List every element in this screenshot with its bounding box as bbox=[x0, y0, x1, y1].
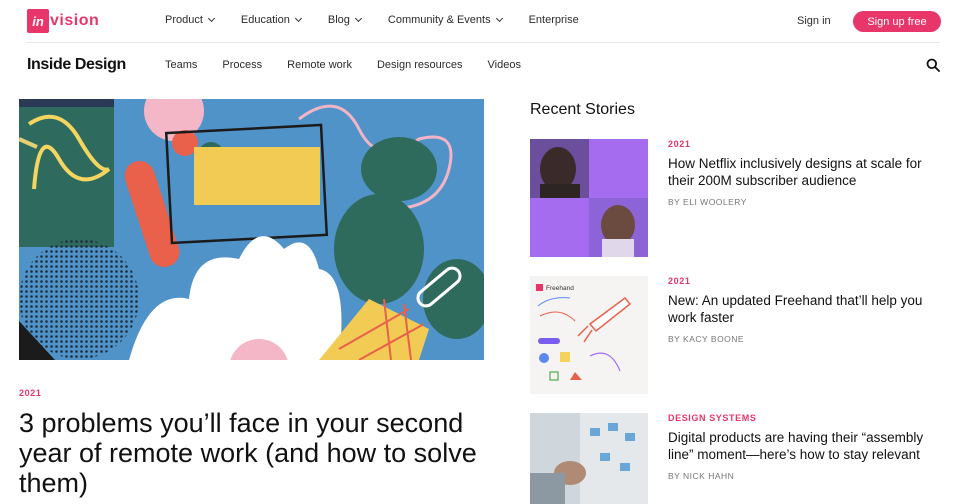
chevron-down-icon bbox=[495, 14, 503, 23]
chevron-down-icon bbox=[207, 14, 215, 23]
invision-logo[interactable]: in vision bbox=[27, 8, 99, 34]
search-icon[interactable] bbox=[926, 58, 940, 72]
subnav-remote-work[interactable]: Remote work bbox=[287, 59, 352, 71]
hero-tag[interactable]: 2021 bbox=[19, 388, 41, 398]
menu-item-education[interactable]: Education bbox=[240, 14, 302, 26]
story-image bbox=[530, 413, 648, 504]
subnav-design-resources[interactable]: Design resources bbox=[377, 59, 463, 71]
story-author: BY ELI WOOLERY bbox=[668, 197, 747, 207]
menu-item-blog[interactable]: Blog bbox=[327, 14, 362, 26]
recent-stories-heading: Recent Stories bbox=[530, 101, 635, 118]
chevron-down-icon bbox=[294, 14, 302, 23]
story-card: Freehand 2021 New: An updated Freehand t… bbox=[530, 276, 940, 394]
sign-in-link[interactable]: Sign in bbox=[797, 15, 831, 27]
hero-illustration[interactable] bbox=[19, 99, 484, 360]
story-meta: DESIGN SYSTEMS Digital products are havi… bbox=[668, 413, 928, 481]
story-author: BY NICK HAHN bbox=[668, 471, 735, 481]
main-menu: Product Education Blog Community & Event… bbox=[165, 14, 606, 26]
menu-item-product[interactable]: Product bbox=[165, 14, 215, 26]
menu-label: Education bbox=[240, 14, 290, 26]
subnav-process[interactable]: Process bbox=[222, 59, 262, 71]
sign-up-button[interactable]: Sign up free bbox=[853, 11, 941, 32]
menu-label: Blog bbox=[327, 14, 350, 26]
menu-item-enterprise[interactable]: Enterprise bbox=[529, 14, 579, 26]
inside-design-brand[interactable]: Inside Design bbox=[27, 56, 126, 74]
menu-label: Community & Events bbox=[387, 14, 491, 26]
story-tag[interactable]: 2021 bbox=[668, 276, 928, 286]
story-image bbox=[530, 139, 648, 257]
hero-artwork bbox=[19, 99, 484, 360]
story-meta: 2021 New: An updated Freehand that’ll he… bbox=[668, 276, 928, 344]
subnav-videos[interactable]: Videos bbox=[488, 59, 521, 71]
story-card: 2021 How Netflix inclusively designs at … bbox=[530, 139, 940, 257]
story-tag[interactable]: 2021 bbox=[668, 139, 928, 149]
header-divider bbox=[27, 42, 940, 43]
sub-navigation: Teams Process Remote work Design resourc… bbox=[165, 59, 546, 71]
menu-label: Product bbox=[165, 14, 203, 26]
story-thumbnail[interactable] bbox=[530, 413, 648, 504]
story-card: DESIGN SYSTEMS Digital products are havi… bbox=[530, 413, 940, 504]
story-author: BY KACY BOONE bbox=[668, 334, 745, 344]
story-thumbnail[interactable]: Freehand bbox=[530, 276, 648, 394]
story-title[interactable]: New: An updated Freehand that’ll help yo… bbox=[668, 292, 928, 326]
logo-mark: in bbox=[27, 9, 49, 33]
story-thumbnail[interactable] bbox=[530, 139, 648, 257]
story-tag[interactable]: DESIGN SYSTEMS bbox=[668, 413, 928, 423]
top-navigation: in vision Product Education Blog Communi… bbox=[0, 0, 960, 43]
chevron-down-icon bbox=[354, 14, 362, 23]
story-image: Freehand bbox=[530, 276, 648, 394]
story-title[interactable]: How Netflix inclusively designs at scale… bbox=[668, 155, 928, 189]
story-title[interactable]: Digital products are having their “assem… bbox=[668, 429, 928, 463]
logo-wordmark: vision bbox=[50, 12, 100, 29]
menu-item-community-events[interactable]: Community & Events bbox=[387, 14, 503, 26]
hero-title[interactable]: 3 problems you’ll face in your second ye… bbox=[19, 408, 499, 498]
menu-label: Enterprise bbox=[528, 14, 579, 26]
freehand-thumb-label: Freehand bbox=[546, 285, 574, 292]
story-meta: 2021 How Netflix inclusively designs at … bbox=[668, 139, 928, 207]
subnav-teams[interactable]: Teams bbox=[165, 59, 197, 71]
